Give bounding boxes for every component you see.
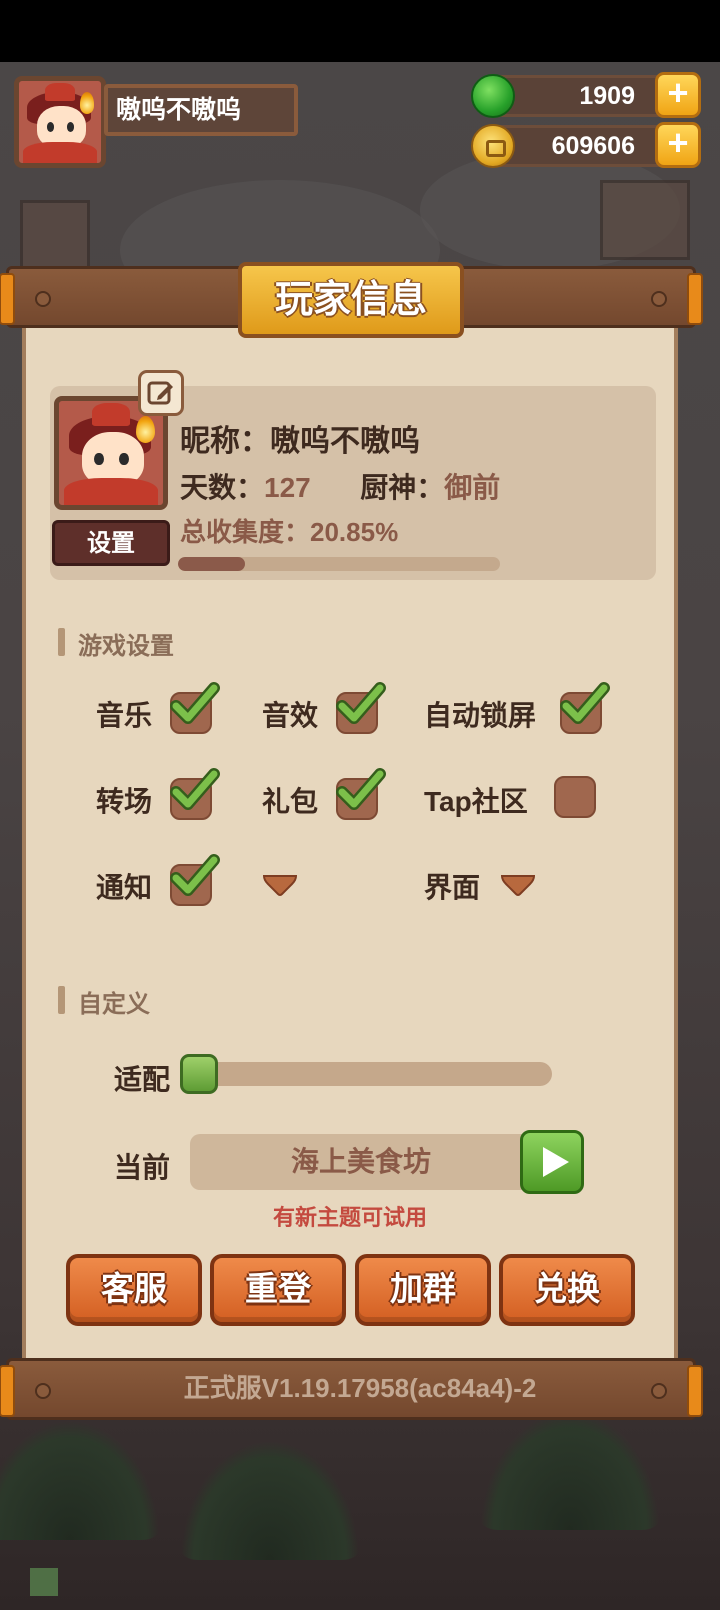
checkmark-icon: [170, 682, 220, 724]
option-transition-label: 转场: [96, 786, 153, 817]
days-chef-row: 天数：127 厨神：御前: [180, 466, 500, 506]
chef-label: 厨神：: [360, 471, 445, 504]
relogin-button[interactable]: 重登: [210, 1254, 346, 1326]
checkmark-icon: [336, 682, 386, 724]
option-giftpack-label: 礼包: [262, 786, 319, 817]
option-giftpack-checkbox[interactable]: [336, 768, 386, 820]
coin-counter: 609606 +: [471, 122, 701, 168]
interface-dropdown[interactable]: [500, 874, 536, 896]
panel-title: 玩家信息: [238, 262, 464, 338]
chef-value: 御前: [444, 471, 501, 504]
custom-title: 自定义: [58, 984, 150, 1019]
option-music-checkbox[interactable]: [170, 682, 220, 734]
join-group-button[interactable]: 加群: [355, 1254, 491, 1326]
option-notification-checkbox[interactable]: [170, 854, 220, 906]
checkmark-icon: [170, 768, 220, 810]
add-coins-button[interactable]: +: [655, 122, 701, 168]
current-theme-label: 当前: [114, 1152, 171, 1183]
version-label: 正式服V1.19.17958(ac84a4)-2: [183, 1373, 537, 1403]
edit-profile-button[interactable]: [138, 370, 184, 416]
language-dropdown[interactable]: [262, 874, 298, 896]
checkmark-icon: [170, 854, 220, 896]
days-value: 127: [264, 472, 311, 503]
nickname-row: 昵称：嗷呜不嗷呜: [180, 416, 420, 460]
redeem-button[interactable]: 兑换: [499, 1254, 635, 1326]
option-autolock-checkbox[interactable]: [560, 682, 610, 734]
adapt-slider-track[interactable]: [194, 1062, 552, 1086]
nickname-label: 昵称：: [180, 424, 270, 459]
adapt-label: 适配: [114, 1064, 171, 1095]
collection-value: 20.85%: [310, 517, 399, 547]
adapt-slider-handle[interactable]: [180, 1054, 218, 1094]
option-tap-community-label: Tap社区: [424, 786, 528, 817]
coin-amount: 609606: [551, 132, 635, 160]
player-name: 嗷呜不嗷呜: [104, 84, 298, 136]
nickname-value: 嗷呜不嗷呜: [270, 424, 420, 459]
customer-service-button[interactable]: 客服: [66, 1254, 202, 1326]
coin-icon: [471, 124, 515, 168]
collection-progress-fill: [178, 557, 246, 571]
jade-icon: [471, 74, 515, 118]
option-sfx-checkbox[interactable]: [336, 682, 386, 734]
add-jade-button[interactable]: +: [655, 72, 701, 118]
option-transition-checkbox[interactable]: [170, 768, 220, 820]
current-theme-field: 海上美食坊: [190, 1134, 532, 1190]
collection-label: 总收集度：: [180, 518, 311, 548]
game-settings-title: 游戏设置: [58, 626, 174, 661]
avatar-settings-button[interactable]: 设置: [52, 520, 170, 566]
apply-theme-button[interactable]: [520, 1130, 584, 1194]
checkmark-icon: [336, 768, 386, 810]
option-sfx-label: 音效: [262, 700, 319, 731]
collection-progress-bar: [178, 557, 500, 571]
interface-label: 界面: [424, 872, 481, 903]
jade-counter: 1909 +: [471, 72, 701, 118]
checkmark-icon: [560, 682, 610, 724]
option-music-label: 音乐: [96, 700, 153, 731]
days-label: 天数：: [180, 471, 265, 504]
collection-row: 总收集度：20.85%: [180, 512, 398, 549]
player-avatar[interactable]: [14, 76, 106, 168]
jade-amount: 1909: [579, 82, 635, 110]
option-tap-community-checkbox[interactable]: [554, 776, 596, 818]
edit-icon: [147, 381, 173, 405]
option-autolock-label: 自动锁屏: [424, 700, 537, 731]
option-notification-label: 通知: [96, 872, 153, 903]
new-theme-hint: 有新主题可试用: [272, 1206, 427, 1231]
